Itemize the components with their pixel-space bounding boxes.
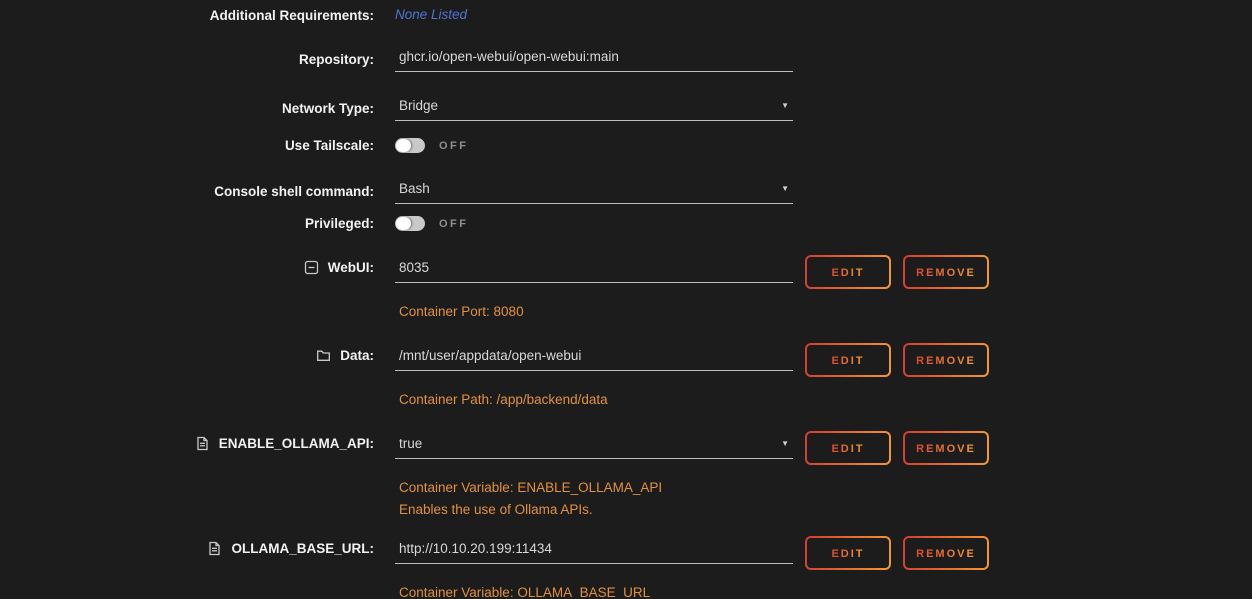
privileged-state: OFF (439, 218, 469, 230)
toggle-knob (396, 217, 411, 230)
remove-button[interactable]: REMOVE (903, 255, 989, 289)
config-notes: Container Port: 8080 (395, 301, 1252, 323)
form-row-additional-requirements: Additional Requirements: None Listed (0, 6, 1252, 24)
data-label: Data: (340, 348, 374, 363)
privileged-toggle[interactable] (395, 216, 425, 231)
file-icon (207, 541, 222, 556)
additional-requirements-value: None Listed (395, 7, 467, 22)
container-settings-form: Additional Requirements: None Listed Rep… (0, 0, 1252, 599)
edit-button-label: EDIT (831, 355, 864, 367)
chevron-down-icon: ▼ (781, 184, 789, 194)
chevron-down-icon: ▼ (781, 439, 789, 449)
repository-input[interactable]: ghcr.io/open-webui/open-webui:main (395, 47, 793, 72)
field-label-cell: Use Tailscale: (0, 138, 374, 153)
remove-button-label: REMOVE (916, 355, 976, 367)
config-group-main: ENABLE_OLLAMA_API: true ▼ EDIT REMOVE (0, 431, 1252, 465)
container-port-note: Container Port: 8080 (399, 301, 1252, 323)
config-group-ollama-base-url: OLLAMA_BASE_URL: http://10.10.20.199:114… (0, 536, 1252, 599)
edit-button[interactable]: EDIT (805, 255, 891, 289)
console-shell-command-value: Bash (399, 181, 430, 196)
config-group-enable-ollama-api: ENABLE_OLLAMA_API: true ▼ EDIT REMOVE Co… (0, 431, 1252, 521)
config-buttons: EDIT REMOVE (805, 536, 989, 570)
folder-icon (316, 348, 331, 363)
data-path-input[interactable]: /mnt/user/appdata/open-webui (395, 346, 793, 371)
chevron-down-icon: ▼ (781, 101, 789, 111)
form-row-privileged: Privileged: OFF (0, 216, 1252, 231)
form-row-network-type: Network Type: Bridge ▼ (0, 96, 1252, 121)
remove-button-label: REMOVE (916, 443, 976, 455)
field-label-cell: OLLAMA_BASE_URL: (0, 541, 374, 556)
edit-button[interactable]: EDIT (805, 431, 891, 465)
field-label-cell: Console shell command: (0, 184, 374, 199)
enable-ollama-api-value: true (399, 436, 422, 451)
file-icon (195, 436, 210, 451)
enable-ollama-api-label: ENABLE_OLLAMA_API: (219, 436, 374, 451)
field-label-cell: Network Type: (0, 101, 374, 116)
field-label-cell: ENABLE_OLLAMA_API: (0, 436, 374, 451)
config-group-webui: WebUI: 8035 EDIT REMOVE Container Port: … (0, 255, 1252, 323)
config-group-main: WebUI: 8035 EDIT REMOVE (0, 255, 1252, 289)
use-tailscale-state: OFF (439, 140, 469, 152)
remove-button[interactable]: REMOVE (903, 431, 989, 465)
use-tailscale-toggle[interactable] (395, 138, 425, 153)
field-label-cell: Additional Requirements: (0, 8, 374, 23)
remove-button[interactable]: REMOVE (903, 536, 989, 570)
webui-label: WebUI: (328, 260, 374, 275)
network-type-label: Network Type: (282, 101, 374, 116)
privileged-toggle-group: OFF (395, 216, 469, 231)
edit-button[interactable]: EDIT (805, 536, 891, 570)
network-type-select[interactable]: Bridge ▼ (395, 96, 793, 121)
config-notes: Container Path: /app/backend/data (395, 389, 1252, 411)
field-label-cell: Repository: (0, 52, 374, 67)
variable-description-note: Enables the use of Ollama APIs. (399, 499, 1252, 521)
field-label-cell: Privileged: (0, 216, 374, 231)
container-variable-note: Container Variable: OLLAMA_BASE_URL (399, 582, 1252, 599)
additional-requirements-label: Additional Requirements: (210, 8, 374, 23)
field-label-cell: WebUI: (0, 260, 374, 275)
remove-button-label: REMOVE (916, 267, 976, 279)
use-tailscale-toggle-group: OFF (395, 138, 469, 153)
config-buttons: EDIT REMOVE (805, 255, 989, 289)
config-notes: Container Variable: ENABLE_OLLAMA_API En… (395, 477, 1252, 521)
port-icon (304, 260, 319, 275)
console-shell-command-label: Console shell command: (214, 184, 374, 199)
edit-button-label: EDIT (831, 267, 864, 279)
console-shell-command-select[interactable]: Bash ▼ (395, 179, 793, 204)
edit-button-label: EDIT (831, 548, 864, 560)
form-row-repository: Repository: ghcr.io/open-webui/open-webu… (0, 47, 1252, 72)
container-variable-note: Container Variable: ENABLE_OLLAMA_API (399, 477, 1252, 499)
enable-ollama-api-select[interactable]: true ▼ (395, 434, 793, 459)
ollama-base-url-input[interactable]: http://10.10.20.199:11434 (395, 539, 793, 564)
webui-port-input[interactable]: 8035 (395, 258, 793, 283)
config-buttons: EDIT REMOVE (805, 343, 989, 377)
ollama-base-url-label: OLLAMA_BASE_URL: (231, 541, 374, 556)
config-group-data: Data: /mnt/user/appdata/open-webui EDIT … (0, 343, 1252, 411)
form-row-console-shell-command: Console shell command: Bash ▼ (0, 179, 1252, 204)
privileged-label: Privileged: (305, 216, 374, 231)
repository-label: Repository: (299, 52, 374, 67)
network-type-value: Bridge (399, 98, 438, 113)
field-label-cell: Data: (0, 348, 374, 363)
remove-button-label: REMOVE (916, 548, 976, 560)
additional-requirements-value-cell: None Listed (395, 6, 467, 24)
use-tailscale-label: Use Tailscale: (285, 138, 374, 153)
container-path-note: Container Path: /app/backend/data (399, 389, 1252, 411)
remove-button[interactable]: REMOVE (903, 343, 989, 377)
config-buttons: EDIT REMOVE (805, 431, 989, 465)
edit-button[interactable]: EDIT (805, 343, 891, 377)
config-group-main: OLLAMA_BASE_URL: http://10.10.20.199:114… (0, 536, 1252, 570)
edit-button-label: EDIT (831, 443, 864, 455)
config-notes: Container Variable: OLLAMA_BASE_URL (395, 582, 1252, 599)
config-group-main: Data: /mnt/user/appdata/open-webui EDIT … (0, 343, 1252, 377)
form-row-use-tailscale: Use Tailscale: OFF (0, 138, 1252, 153)
toggle-knob (396, 139, 411, 152)
